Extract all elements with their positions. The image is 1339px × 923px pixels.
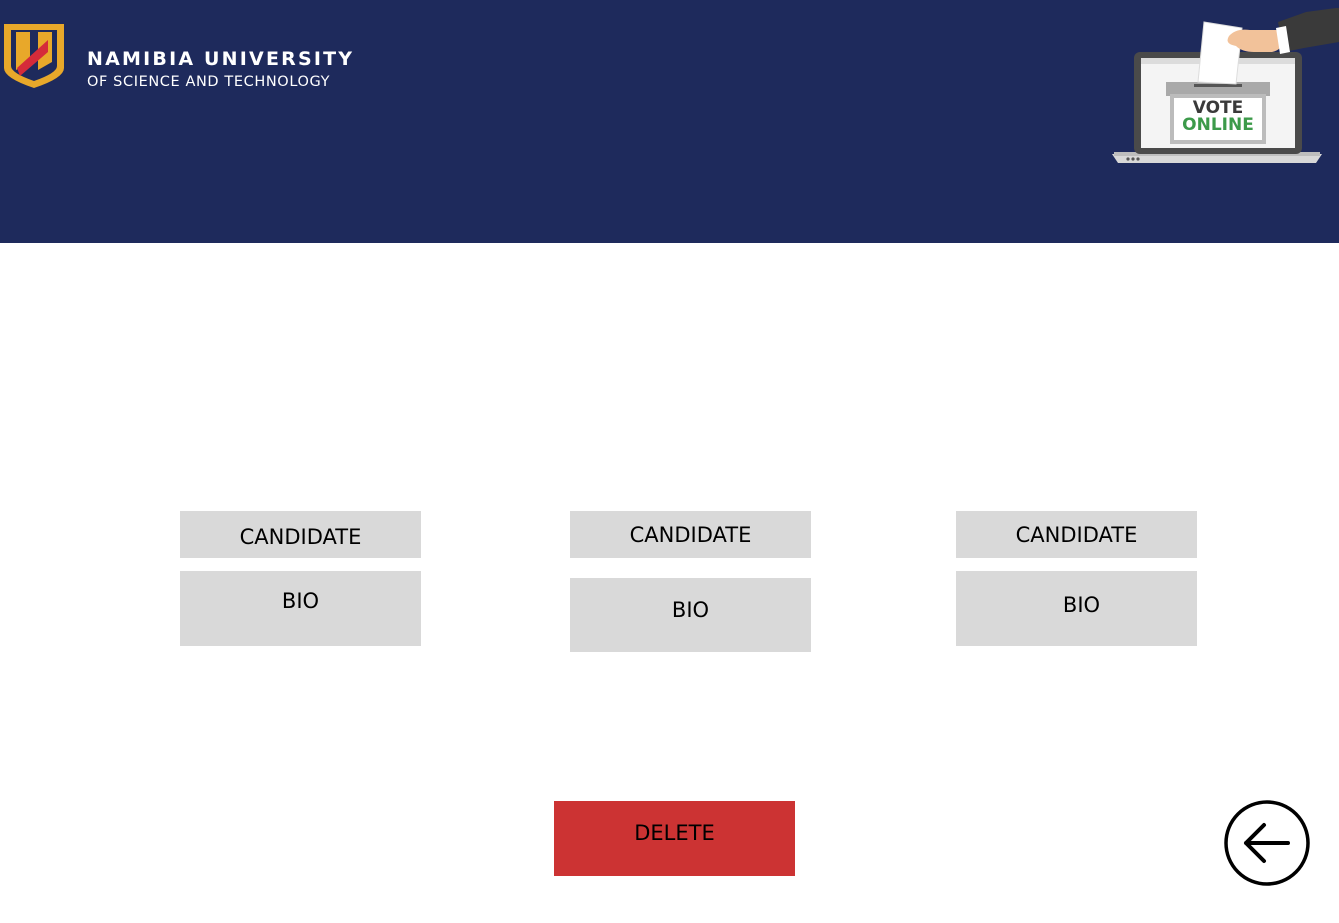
vote-online-illustration xyxy=(1112,8,1339,163)
logo-university-name: NAMIBIA UNIVERSITY xyxy=(87,48,355,70)
back-button[interactable] xyxy=(1222,799,1312,887)
university-crest-icon xyxy=(4,24,64,88)
candidate-button-3[interactable]: CANDIDATE xyxy=(956,511,1197,558)
logo-university-subtitle: OF SCIENCE AND TECHNOLOGY xyxy=(87,74,331,90)
online-label: ONLINE xyxy=(1182,115,1254,135)
arrow-left-circle-icon xyxy=(1224,800,1310,886)
candidate-button-1[interactable]: CANDIDATE xyxy=(180,511,421,558)
delete-button[interactable]: DELETE xyxy=(554,801,795,876)
bio-button-2[interactable]: BIO xyxy=(570,578,811,652)
bio-button-1[interactable]: BIO xyxy=(180,571,421,646)
bio-button-3[interactable]: BIO xyxy=(956,571,1197,646)
candidate-button-2[interactable]: CANDIDATE xyxy=(570,511,811,558)
app-header: NAMIBIA UNIVERSITY OF SCIENCE AND TECHNO… xyxy=(0,0,1339,243)
university-logo: NAMIBIA UNIVERSITY OF SCIENCE AND TECHNO… xyxy=(0,18,352,92)
